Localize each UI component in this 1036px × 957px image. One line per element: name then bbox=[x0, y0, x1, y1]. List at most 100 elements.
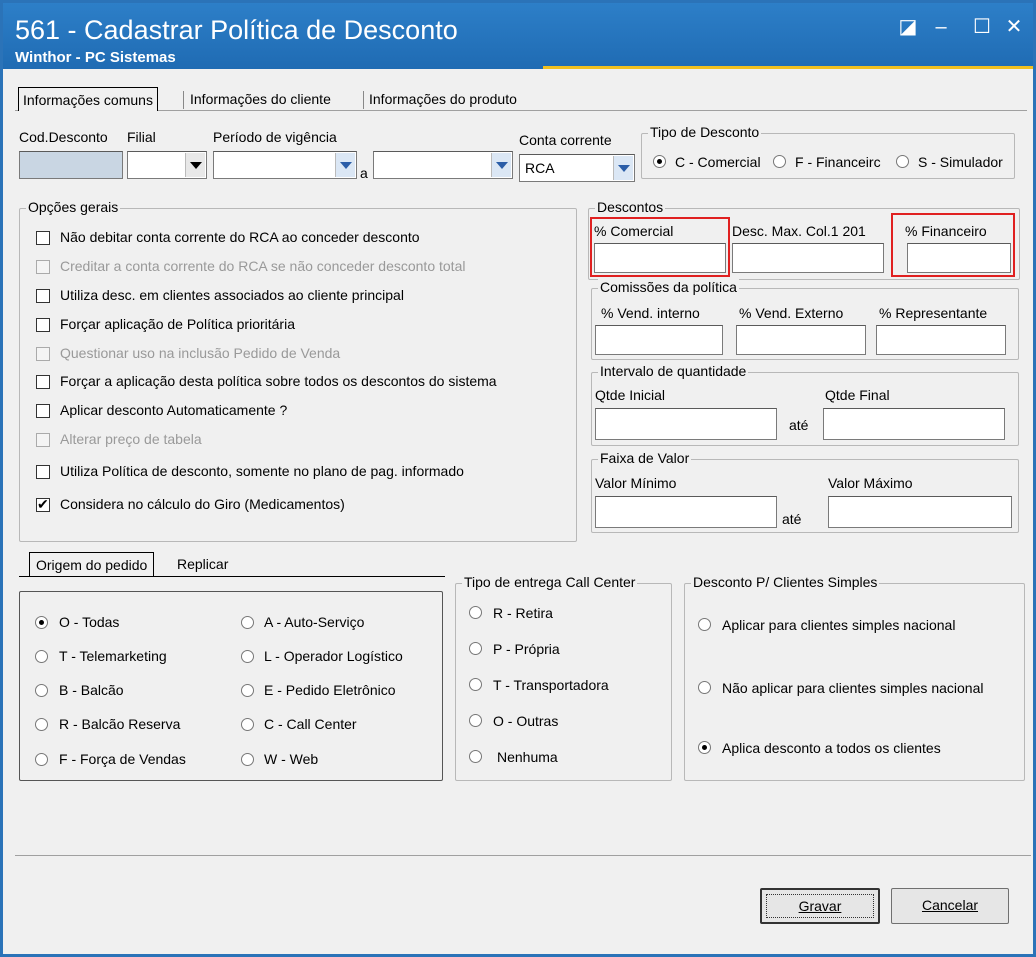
chevron-down-icon[interactable] bbox=[185, 153, 205, 177]
opcao-label-8: Utiliza Política de desconto, somente no… bbox=[60, 463, 464, 479]
opcao-checkbox-0[interactable] bbox=[36, 231, 50, 245]
origem-radio-1[interactable] bbox=[35, 650, 48, 663]
vend-interno-label: % Vend. interno bbox=[601, 305, 700, 321]
entrega-label-4: Nenhuma bbox=[497, 749, 558, 765]
tab-replicar[interactable]: Replicar bbox=[173, 552, 232, 576]
chevron-down-icon[interactable] bbox=[335, 153, 355, 177]
valor-maximo-input[interactable] bbox=[828, 496, 1012, 528]
window-subtitle: Winthor - PC Sistemas bbox=[15, 49, 176, 66]
opcao-checkbox-3[interactable] bbox=[36, 318, 50, 332]
tab-strip-line bbox=[15, 110, 1027, 111]
conta-corrente-value: RCA bbox=[525, 160, 555, 176]
origem-label-0: O - Todas bbox=[59, 614, 120, 630]
periodo-fim-select[interactable] bbox=[373, 151, 513, 179]
minimize-button[interactable]: – bbox=[928, 15, 954, 41]
valor-maximo-label: Valor Máximo bbox=[828, 475, 913, 491]
close-button[interactable]: ✕ bbox=[1001, 15, 1027, 41]
opcao-checkbox-6[interactable] bbox=[36, 404, 50, 418]
origem-radio-4[interactable] bbox=[35, 753, 48, 766]
entrega-label-2: T - Transportadora bbox=[493, 677, 609, 693]
conta-corrente-label: Conta corrente bbox=[519, 132, 612, 148]
chevron-down-icon[interactable] bbox=[613, 156, 633, 180]
entrega-radio-1[interactable] bbox=[469, 642, 482, 655]
valor-minimo-input[interactable] bbox=[595, 496, 777, 528]
intervalo-label: Intervalo de quantidade bbox=[598, 363, 749, 379]
origem-radio-8[interactable] bbox=[241, 718, 254, 731]
entrega-label-1: P - Própria bbox=[493, 641, 560, 657]
periodo-inicio-select[interactable] bbox=[213, 151, 357, 179]
cancelar-button[interactable]: Cancelar bbox=[891, 888, 1009, 924]
origem-label-4: F - Força de Vendas bbox=[59, 751, 186, 767]
qtde-inicial-label: Qtde Inicial bbox=[595, 387, 666, 403]
tab-informacoes-comuns[interactable]: Informações comuns bbox=[18, 87, 158, 111]
conta-corrente-select[interactable]: RCA bbox=[519, 154, 635, 182]
checkmark-icon: ✔ bbox=[37, 496, 49, 512]
bottom-divider bbox=[15, 855, 1031, 856]
entrega-radio-0[interactable] bbox=[469, 606, 482, 619]
origem-label-5: A - Auto-Serviço bbox=[264, 614, 365, 630]
origem-radio-2[interactable] bbox=[35, 684, 48, 697]
origem-radio-0[interactable] bbox=[35, 616, 48, 629]
tipo-simulador-radio[interactable] bbox=[896, 155, 909, 168]
tipo-desconto-label: Tipo de Desconto bbox=[648, 124, 762, 140]
opcao-checkbox-5[interactable] bbox=[36, 375, 50, 389]
simples-radio-0[interactable] bbox=[698, 618, 711, 631]
origem-label-9: W - Web bbox=[264, 751, 319, 767]
maximize-button[interactable]: ☐ bbox=[969, 15, 995, 41]
cod-desconto-label: Cod.Desconto bbox=[19, 129, 108, 145]
highlight-box-comercial bbox=[590, 217, 730, 277]
tipo-entrega-label: Tipo de entrega Call Center bbox=[462, 574, 638, 590]
clientes-simples-label: Desconto P/ Clientes Simples bbox=[691, 574, 880, 590]
restore-icon[interactable]: ◪ bbox=[895, 15, 921, 41]
desc-max-input[interactable] bbox=[732, 243, 884, 273]
highlight-box-financeiro bbox=[891, 213, 1015, 277]
qtde-inicial-input[interactable] bbox=[595, 408, 777, 440]
window-title: 561 - Cadastrar Política de Desconto bbox=[15, 15, 458, 45]
opcao-label-2: Utiliza desc. em clientes associados ao … bbox=[60, 287, 404, 303]
faixa-label: Faixa de Valor bbox=[598, 450, 692, 466]
opcao-label-1: Creditar a conta corrente do RCA se não … bbox=[60, 258, 466, 274]
entrega-radio-3[interactable] bbox=[469, 714, 482, 727]
filial-select[interactable] bbox=[127, 151, 207, 179]
opcao-checkbox-4 bbox=[36, 347, 50, 361]
opcao-label-5: Forçar a aplicação desta política sobre … bbox=[60, 373, 497, 389]
opcoes-gerais-label: Opções gerais bbox=[26, 199, 121, 215]
opcao-label-6: Aplicar desconto Automaticamente ? bbox=[60, 402, 288, 418]
opcao-label-0: Não debitar conta corrente do RCA ao con… bbox=[60, 229, 420, 245]
faixa-ate-label: até bbox=[782, 511, 802, 527]
entrega-radio-4[interactable] bbox=[469, 750, 482, 763]
vend-interno-input[interactable] bbox=[595, 325, 723, 355]
periodo-label: Período de vigência bbox=[213, 129, 337, 145]
tab-origem-pedido[interactable]: Origem do pedido bbox=[29, 552, 155, 576]
gravar-label: Gravar bbox=[798, 898, 842, 914]
representante-label: % Representante bbox=[879, 305, 988, 321]
tab-informacoes-produto[interactable]: Informações do produto bbox=[365, 87, 521, 111]
origem-radio-9[interactable] bbox=[241, 753, 254, 766]
entrega-radio-2[interactable] bbox=[469, 678, 482, 691]
gravar-button[interactable]: Gravar bbox=[760, 888, 880, 924]
lower-tab-strip-line bbox=[19, 576, 445, 577]
opcao-checkbox-2[interactable] bbox=[36, 289, 50, 303]
vend-externo-input[interactable] bbox=[736, 325, 866, 355]
opcao-label-7: Alterar preço de tabela bbox=[60, 431, 202, 447]
cod-desconto-field bbox=[19, 151, 123, 179]
qtde-final-input[interactable] bbox=[823, 408, 1005, 440]
chevron-down-icon[interactable] bbox=[491, 153, 511, 177]
tipo-financeiro-radio[interactable] bbox=[773, 155, 786, 168]
simples-radio-1[interactable] bbox=[698, 681, 711, 694]
origem-label-3: R - Balcão Reserva bbox=[59, 716, 181, 732]
intervalo-ate-label: até bbox=[789, 417, 809, 433]
tab-informacoes-cliente[interactable]: Informações do cliente bbox=[186, 87, 335, 111]
origem-radio-6[interactable] bbox=[241, 650, 254, 663]
simples-label-0: Aplicar para clientes simples nacional bbox=[722, 617, 956, 633]
opcao-checkbox-8[interactable] bbox=[36, 465, 50, 479]
origem-radio-5[interactable] bbox=[241, 616, 254, 629]
origem-radio-3[interactable] bbox=[35, 718, 48, 731]
representante-input[interactable] bbox=[876, 325, 1006, 355]
opcao-checkbox-9[interactable]: ✔ bbox=[36, 496, 50, 512]
simples-radio-2[interactable] bbox=[698, 741, 711, 754]
title-bar: 561 - Cadastrar Política de Desconto Win… bbox=[3, 3, 1033, 69]
origem-label-8: C - Call Center bbox=[264, 716, 357, 732]
tipo-comercial-radio[interactable] bbox=[653, 155, 666, 168]
origem-radio-7[interactable] bbox=[241, 684, 254, 697]
